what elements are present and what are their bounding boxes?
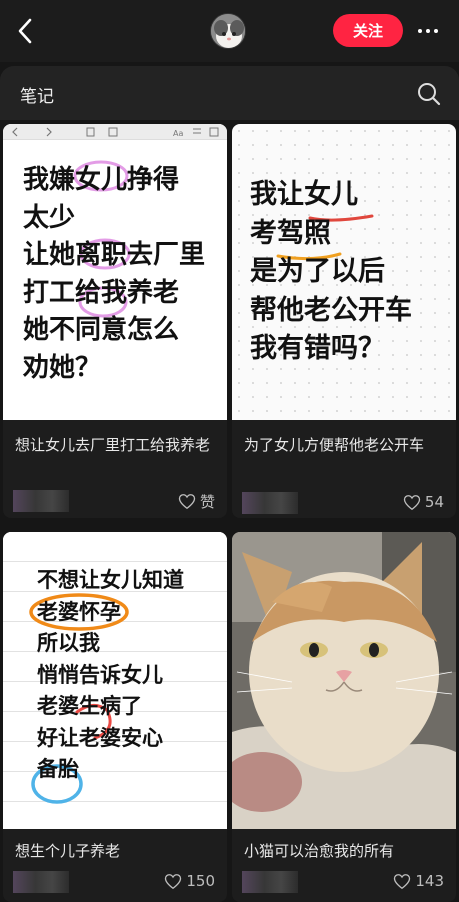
note-title: 想让女儿去厂里打工给我养老 <box>15 436 211 454</box>
section-title: 笔记 <box>20 87 54 107</box>
cat-photo <box>232 532 456 829</box>
follow-button[interactable]: 关注 <box>333 14 403 47</box>
note-cover-image <box>232 532 456 829</box>
like-count: 143 <box>415 872 444 890</box>
heart-icon <box>403 494 421 510</box>
note-card[interactable]: 我让女儿 考驾照 是为了以后 帮他老公开车 我有错吗？ 为了女儿方便帮他老公开车… <box>232 124 456 518</box>
cover-text: 不想让女儿知道 老婆怀孕 所以我 悄悄告诉女儿 老婆生病了 好让老婆安心 备胎 <box>37 568 184 781</box>
author-avatar[interactable] <box>13 871 69 893</box>
like-button[interactable]: 150 <box>164 872 215 890</box>
like-button[interactable]: 赞 <box>178 491 215 512</box>
more-dots-icon <box>418 28 422 33</box>
note-card[interactable]: 小猫可以治愈我的所有 143 <box>232 532 456 902</box>
note-cover-image: 我让女儿 考驾照 是为了以后 帮他老公开车 我有错吗？ <box>232 124 456 420</box>
search-button[interactable] <box>416 81 442 107</box>
heart-icon <box>394 873 411 889</box>
note-card[interactable]: Aa 我嫌女儿挣得 太少 让她离职去厂里 打工给我养老 她不同意怎么 劝她？ 想… <box>3 124 227 518</box>
like-count: 150 <box>186 872 215 890</box>
note-cover-image: Aa 我嫌女儿挣得 太少 让她离职去厂里 打工给我养老 她不同意怎么 劝她？ <box>3 124 227 420</box>
heart-icon <box>178 494 196 510</box>
more-dot <box>434 28 438 33</box>
like-button[interactable]: 54 <box>403 493 444 511</box>
cat-avatar-image <box>211 14 245 48</box>
cover-text: 我让女儿 考驾照 是为了以后 帮他老公开车 我有错吗？ <box>250 179 412 365</box>
note-title: 小猫可以治愈我的所有 <box>244 842 395 860</box>
cover-text: 我嫌女儿挣得 太少 让她离职去厂里 打工给我养老 她不同意怎么 劝她？ <box>23 165 206 383</box>
note-title: 想生个儿子养老 <box>15 842 121 860</box>
top-bar: 关注 <box>0 0 459 62</box>
avatar[interactable] <box>210 13 246 49</box>
like-button[interactable]: 143 <box>393 872 444 890</box>
author-avatar[interactable] <box>242 871 298 893</box>
note-cover-image: 不想让女儿知道 老婆怀孕 所以我 悄悄告诉女儿 老婆生病了 好让老婆安心 备胎 <box>3 532 227 829</box>
section-header: 笔记 <box>0 66 459 120</box>
author-avatar[interactable] <box>242 492 298 514</box>
heart-icon <box>165 873 182 889</box>
chevron-left-icon <box>18 18 32 44</box>
note-card[interactable]: 不想让女儿知道 老婆怀孕 所以我 悄悄告诉女儿 老婆生病了 好让老婆安心 备胎 … <box>3 532 227 902</box>
note-title: 为了女儿方便帮他老公开车 <box>244 436 425 454</box>
like-count: 54 <box>424 493 444 511</box>
search-icon <box>418 83 441 106</box>
author-avatar[interactable] <box>13 490 69 512</box>
more-dot <box>426 28 430 33</box>
like-count: 赞 <box>199 493 215 511</box>
more-button[interactable] <box>412 14 444 47</box>
back-button[interactable] <box>10 12 40 50</box>
